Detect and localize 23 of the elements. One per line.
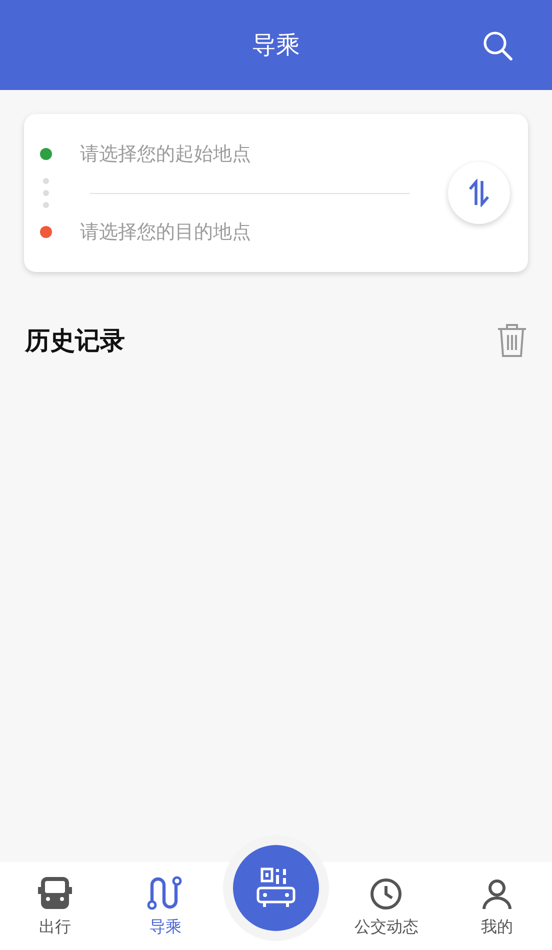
tab-label: 公交动态 (354, 917, 418, 938)
clock-icon (369, 877, 404, 911)
swap-button[interactable] (448, 162, 510, 224)
trash-icon (496, 322, 528, 358)
search-icon (482, 30, 514, 62)
person-icon (480, 877, 514, 911)
delete-button[interactable] (496, 322, 528, 358)
tab-label: 出行 (39, 917, 72, 938)
tab-label: 导乘 (150, 917, 182, 938)
tab-item[interactable]: 公交动态 (331, 862, 442, 950)
swap-icon (468, 179, 490, 207)
qr-bus-icon (256, 867, 296, 909)
tab-item[interactable]: 我的 (442, 862, 552, 950)
page-title: 导乘 (252, 30, 300, 61)
tab-item[interactable]: 出行 (0, 862, 110, 950)
location-field[interactable]: 请选择您的起始地点 (78, 142, 382, 166)
bus-icon (37, 875, 74, 911)
tab-item[interactable]: 导乘 (110, 862, 221, 950)
history-title: 历史记录 (25, 324, 125, 356)
search-button[interactable] (482, 30, 514, 62)
location-field[interactable]: 请选择您的目的地点 (78, 220, 382, 244)
scan-button[interactable] (233, 845, 320, 931)
tab-label: 我的 (480, 917, 513, 938)
